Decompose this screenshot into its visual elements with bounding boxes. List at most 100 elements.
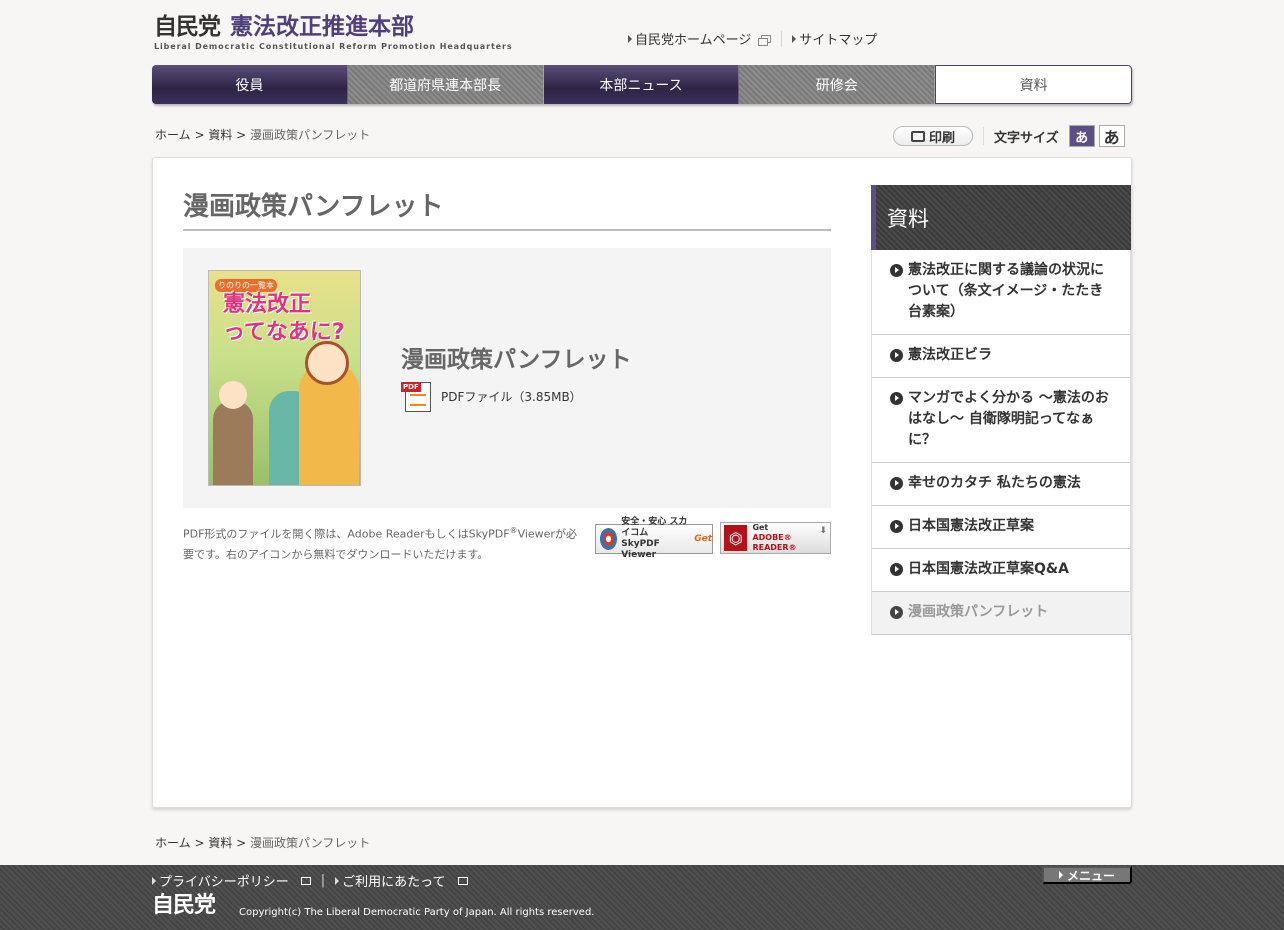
print-button[interactable]: 印刷 [893, 126, 973, 146]
skypdf-logo-icon [600, 528, 618, 550]
font-size-label: 文字サイズ [994, 130, 1059, 146]
gnav-prefectural-heads[interactable]: 都道府県連本部長 [347, 65, 544, 104]
side-nav-item[interactable]: 日本国憲法改正草案Q&A [872, 549, 1130, 592]
adobe-line2: ADOBE® READER® [752, 533, 797, 552]
breadcrumb-top: ホーム > 資料 > 漫画政策パンフレット [155, 126, 370, 143]
footer-link-label: ご利用にあたって [342, 875, 446, 890]
breadcrumb-home[interactable]: ホーム [155, 128, 191, 142]
download-arrow-icon: ⬇ [819, 526, 827, 536]
breadcrumb-section[interactable]: 資料 [208, 836, 232, 850]
side-nav-item-current[interactable]: 漫画政策パンフレット [872, 592, 1130, 635]
header-links: 自民党ホームページ サイトマップ [628, 29, 877, 48]
circle-arrow-icon [890, 606, 903, 619]
page-tools: 印刷 文字サイズ あ あ [893, 125, 1125, 147]
note-text: PDF形式のファイルを開く際は、Adobe ReaderもしくはSkyPDF [183, 527, 510, 541]
footer-copyright: Copyright(c) The Liberal Democratic Part… [239, 907, 595, 918]
logo-site-title: 憲法改正推進本部 [230, 14, 414, 40]
side-nav-item[interactable]: 憲法改正ビラ [872, 335, 1130, 378]
arrow-right-icon [1058, 871, 1063, 879]
circle-arrow-icon [890, 477, 903, 490]
side-nav-heading: 資料 [871, 185, 1131, 250]
footer-link-label: プライバシーポリシー [159, 875, 289, 890]
printer-icon [910, 130, 925, 142]
cover-title-line: ってなあに? [223, 320, 345, 345]
footer-link-privacy[interactable]: プライバシーポリシー [152, 871, 311, 890]
cover-figure-man [213, 401, 253, 485]
footer-links: プライバシーポリシー | ご利用にあたって [152, 871, 468, 890]
external-window-icon [758, 34, 772, 46]
logo-english-subtitle: Liberal Democratic Constitutional Reform… [154, 42, 513, 51]
arrow-right-icon [628, 34, 632, 43]
breadcrumb-section[interactable]: 資料 [208, 128, 232, 142]
site-logo[interactable]: 自民党 憲法改正推進本部 [154, 12, 414, 42]
side-nav-label: 漫画政策パンフレット [908, 604, 1049, 620]
cover-title-line: 憲法改正 [223, 292, 312, 317]
arrow-right-icon [152, 876, 156, 885]
breadcrumb-current: 漫画政策パンフレット [250, 836, 371, 850]
pdf-download-link[interactable]: PDF PDFファイル（3.85MB） [401, 380, 582, 412]
footer-menu-button[interactable]: メニュー [1042, 866, 1132, 884]
skypdf-get: Get [694, 534, 712, 544]
global-nav: 役員 都道府県連本部長 本部ニュース 研修会 資料 [152, 65, 1132, 104]
logo-party-name: 自民党 [154, 14, 221, 40]
side-nav-label: マンガでよく分かる ～憲法のおはなし～ 自衛隊明記ってなぁに？ [908, 390, 1109, 448]
footer-logo[interactable]: 自民党 [152, 893, 216, 919]
breadcrumb-bottom: ホーム > 資料 > 漫画政策パンフレット [155, 834, 370, 851]
tools-divider [983, 127, 984, 145]
cover-face [305, 341, 349, 385]
footer-menu-label: メニュー [1066, 868, 1115, 883]
gnav-materials[interactable]: 資料 [935, 65, 1132, 104]
gnav-officers[interactable]: 役員 [152, 65, 348, 104]
breadcrumb-current: 漫画政策パンフレット [250, 128, 371, 142]
print-label: 印刷 [928, 129, 955, 145]
arrow-right-icon [792, 34, 797, 43]
pdf-link-label: PDFファイル（3.85MB） [441, 389, 582, 404]
side-nav-item[interactable]: マンガでよく分かる ～憲法のおはなし～ 自衛隊明記ってなぁに？ [872, 378, 1130, 463]
skypdf-badge-text: 安全・安心 スカイコム SkyPDF Viewer [621, 517, 694, 561]
breadcrumb-home[interactable]: ホーム [155, 836, 191, 850]
side-nav-label: 日本国憲法改正草案 [908, 518, 1034, 534]
arrow-right-icon [335, 876, 340, 885]
get-adobe-reader-button[interactable]: ⏣ Get ADOBE® READER® ⬇ [720, 522, 831, 554]
font-size-small-button[interactable]: あ [1068, 125, 1095, 147]
document-title: 漫画政策パンフレット [401, 347, 632, 373]
side-nav-label: 憲法改正に関する議論の状況について（条文イメージ・たたき台素案） [908, 262, 1104, 320]
adobe-logo-icon: ⏣ [724, 525, 748, 551]
gnav-hq-news[interactable]: 本部ニュース [543, 65, 740, 104]
header-link-divider [781, 30, 783, 47]
circle-arrow-icon [890, 392, 903, 405]
circle-arrow-icon [890, 520, 903, 533]
font-size-large-button[interactable]: あ [1098, 125, 1125, 147]
side-nav-label: 幸せのカタチ 私たちの憲法 [908, 475, 1081, 491]
get-skypdf-viewer-button[interactable]: 安全・安心 スカイコム SkyPDF Viewer Get [595, 517, 713, 560]
header-link-ldp-home[interactable]: 自民党ホームページ [628, 29, 772, 48]
breadcrumb-separator: > [232, 836, 251, 850]
pdf-icon-tag: PDF [401, 382, 421, 392]
header-link-sitemap[interactable]: サイトマップ [792, 29, 877, 48]
document-box: りのりの一覧本 憲法改正 ってなあに? 漫画政策パンフレット PDF PDFファ… [183, 248, 831, 508]
breadcrumb-separator: > [190, 128, 209, 142]
pamphlet-cover-image[interactable]: りのりの一覧本 憲法改正 ってなあに? [208, 270, 361, 486]
side-nav-item[interactable]: 憲法改正に関する議論の状況について（条文イメージ・たたき台素案） [872, 250, 1130, 335]
side-nav-label: 憲法改正ビラ [908, 347, 992, 363]
pdf-icon-lines [410, 394, 426, 406]
external-window-icon [300, 876, 311, 885]
footer-link-terms[interactable]: ご利用にあたって [335, 871, 468, 890]
cover-title: 憲法改正 ってなあに? [223, 291, 345, 347]
pdf-reader-note: PDF形式のファイルを開く際は、Adobe ReaderもしくはSkyPDF®V… [183, 521, 583, 565]
circle-arrow-icon [890, 563, 903, 576]
circle-arrow-icon [890, 264, 903, 277]
side-nav-item[interactable]: 幸せのカタチ 私たちの憲法 [872, 463, 1130, 506]
skypdf-line2: SkyPDF Viewer [621, 539, 660, 560]
circle-arrow-icon [890, 349, 903, 362]
gnav-training[interactable]: 研修会 [739, 65, 936, 104]
page-title: 漫画政策パンフレット [183, 186, 831, 231]
skypdf-line1: 安全・安心 スカイコム [621, 517, 688, 538]
side-nav-item[interactable]: 日本国憲法改正草案 [872, 506, 1130, 549]
header-link-label: 自民党ホームページ [635, 33, 752, 48]
header-link-label: サイトマップ [799, 33, 878, 48]
pdf-file-icon: PDF [401, 380, 433, 412]
side-nav-list: 憲法改正に関する議論の状況について（条文イメージ・たたき台素案） 憲法改正ビラ … [871, 250, 1131, 635]
footer-link-divider: | [320, 873, 326, 888]
external-window-icon [457, 876, 468, 885]
